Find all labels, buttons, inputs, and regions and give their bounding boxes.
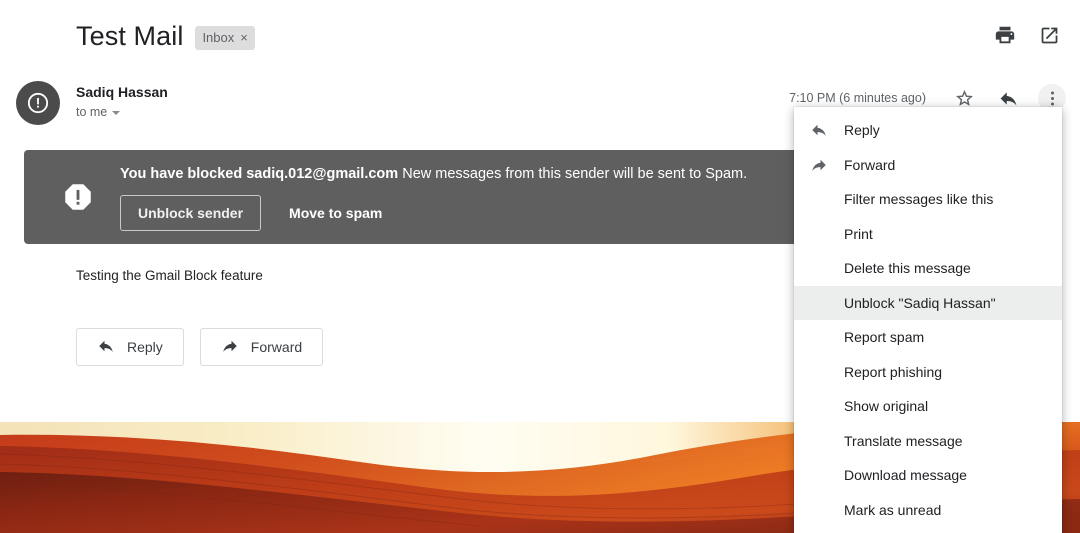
subject-header: Test Mail Inbox × (0, 0, 1080, 72)
menu-item-print[interactable]: Print (794, 217, 1062, 252)
label-chip-text: Inbox (202, 30, 235, 45)
menu-item-unblock-sender[interactable]: Unblock "Sadiq Hassan" (794, 285, 1062, 320)
header-actions (992, 22, 1062, 48)
octagon-exclamation-icon (61, 180, 95, 214)
menu-item-label: Mark as unread (844, 501, 942, 518)
menu-item-mark-as-unread[interactable]: Mark as unread (794, 493, 1062, 528)
printer-icon[interactable] (992, 22, 1018, 48)
forward-arrow-icon (794, 156, 844, 174)
move-to-spam-button[interactable]: Move to spam (271, 195, 400, 231)
page-title: Test Mail (76, 21, 184, 51)
reply-button[interactable]: Reply (76, 328, 184, 366)
menu-item-reply[interactable]: Reply (794, 113, 1062, 148)
menu-item-show-original[interactable]: Show original (794, 389, 1062, 424)
menu-item-label: Report spam (844, 329, 925, 346)
forward-button[interactable]: Forward (199, 328, 324, 366)
menu-item-label: Report phishing (844, 363, 943, 380)
menu-item-label: Translate message (844, 432, 963, 449)
banner-bold-text: You have blocked sadiq.012@gmail.com (120, 166, 399, 182)
warning-exclamation-icon (27, 92, 49, 114)
recipient-line[interactable]: to me (76, 105, 121, 119)
message-timestamp: 7:10 PM (6 minutes ago) (789, 91, 926, 105)
banner-message: You have blocked sadiq.012@gmail.com New… (120, 164, 747, 184)
banner-rest-text: New messages from this sender will be se… (398, 166, 748, 182)
recipient-text: to me (76, 105, 108, 119)
menu-item-label: Filter messages like this (844, 191, 994, 208)
menu-item-label: Print (844, 225, 873, 242)
menu-item-report-spam[interactable]: Report spam (794, 320, 1062, 355)
message-body-text: Testing the Gmail Block feature (76, 268, 263, 283)
menu-item-label: Reply (844, 122, 880, 139)
chevron-down-icon[interactable] (112, 111, 121, 115)
menu-item-filter-messages[interactable]: Filter messages like this (794, 182, 1062, 217)
menu-item-label: Unblock "Sadiq Hassan" (844, 294, 996, 311)
email-thread-view: Test Mail Inbox × Sadiq Hassan to me 7:1… (0, 0, 1080, 533)
banner-buttons: Unblock sender Move to spam (120, 195, 400, 231)
reply-arrow-icon (97, 337, 115, 358)
label-chip-inbox[interactable]: Inbox × (195, 26, 255, 50)
menu-item-forward[interactable]: Forward (794, 148, 1062, 183)
reply-forward-bar: Reply Forward (76, 328, 324, 366)
menu-item-label: Show original (844, 398, 929, 415)
menu-item-label: Forward (844, 156, 896, 173)
close-icon[interactable]: × (240, 31, 248, 44)
menu-item-delete-message[interactable]: Delete this message (794, 251, 1062, 286)
avatar[interactable] (16, 81, 60, 125)
open-in-new-window-icon[interactable] (1036, 22, 1062, 48)
forward-arrow-icon (221, 337, 239, 358)
unblock-sender-button[interactable]: Unblock sender (120, 195, 262, 231)
reply-button-label: Reply (127, 339, 163, 355)
reply-arrow-icon (794, 121, 844, 139)
message-more-menu: Reply Forward Filter messages like this … (794, 107, 1062, 533)
menu-item-label: Download message (844, 467, 967, 484)
sender-name[interactable]: Sadiq Hassan (76, 84, 168, 100)
menu-item-label: Delete this message (844, 260, 971, 277)
menu-item-report-phishing[interactable]: Report phishing (794, 355, 1062, 390)
forward-button-label: Forward (250, 339, 303, 355)
menu-item-translate-message[interactable]: Translate message (794, 424, 1062, 459)
menu-item-download-message[interactable]: Download message (794, 458, 1062, 493)
